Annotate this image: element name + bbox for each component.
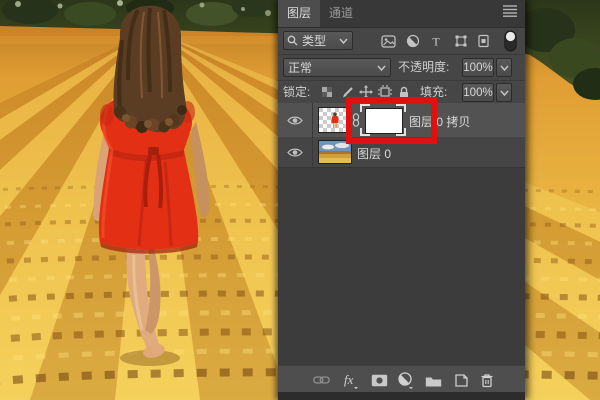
new-layer-button[interactable] <box>452 371 470 389</box>
adjustment-layer-filter-icon[interactable] <box>404 32 422 50</box>
eye-icon <box>287 148 303 156</box>
link-icon <box>312 376 330 384</box>
landscape-thumbnail <box>319 141 351 163</box>
add-layer-mask-button[interactable] <box>370 371 388 389</box>
trash-icon <box>481 373 493 387</box>
lock-transparent-pixels-icon[interactable] <box>319 84 335 100</box>
chevron-down-icon <box>499 65 509 71</box>
fill-dropdown-chevron[interactable] <box>496 83 512 102</box>
svg-text:fx: fx <box>344 372 354 387</box>
tab-channels-label: 通道 <box>329 6 354 20</box>
folder-icon <box>425 377 441 386</box>
filter-kind-dropdown[interactable]: 类型 <box>283 31 353 50</box>
delete-layer-button[interactable] <box>478 371 496 389</box>
pixel-layer-filter-icon[interactable] <box>379 32 397 50</box>
new-group-button[interactable] <box>424 371 442 389</box>
blend-mode-dropdown[interactable]: 正常 <box>283 58 391 77</box>
cutout-figure <box>331 112 339 128</box>
new-adjustment-layer-button[interactable] <box>397 371 415 389</box>
chevron-down-icon <box>377 65 386 71</box>
blend-row: 正常 不透明度: 100% <box>278 54 525 81</box>
opacity-dropdown-chevron[interactable] <box>496 58 512 77</box>
lock-label: 锁定: <box>283 85 311 99</box>
opacity-label: 不透明度: <box>398 60 450 74</box>
type-layer-filter-icon[interactable]: T <box>427 32 445 50</box>
filter-row: 类型 T <box>278 28 525 54</box>
visibility-toggle[interactable] <box>278 137 313 167</box>
eye-icon <box>287 116 303 124</box>
screenshot-stage: 图层 通道 类型 T 正常 不透明度: 100% 锁定: 填充: 100% 图层… <box>0 0 600 400</box>
panel-menu-icon[interactable] <box>502 4 518 17</box>
chevron-down-icon <box>499 90 509 96</box>
smart-object-filter-icon[interactable] <box>475 32 493 50</box>
layer-filtering-toggle[interactable] <box>501 30 519 52</box>
blend-mode-value: 正常 <box>288 61 313 75</box>
tab-channels[interactable]: 通道 <box>320 0 362 27</box>
layers-panel: 图层 通道 类型 T 正常 不透明度: 100% 锁定: 填充: 100% 图层… <box>278 0 525 400</box>
tab-layers-label: 图层 <box>287 6 312 20</box>
link-layers-button[interactable] <box>312 371 330 389</box>
search-icon <box>287 35 298 46</box>
layer-name[interactable]: 图层 0 <box>357 145 391 162</box>
panel-bottom-toolbar: fx <box>278 365 525 393</box>
visibility-toggle[interactable] <box>278 103 313 137</box>
panel-tabbar: 图层 通道 <box>278 0 525 28</box>
fill-value[interactable]: 100% <box>462 83 494 102</box>
annotation-highlight-rectangle <box>346 97 437 144</box>
new-layer-icon <box>454 373 468 387</box>
svg-text:T: T <box>432 35 440 49</box>
mask-icon <box>371 374 387 386</box>
shape-layer-filter-icon[interactable] <box>452 32 470 50</box>
tab-layers[interactable]: 图层 <box>278 0 321 27</box>
layer-effects-button[interactable]: fx <box>343 371 361 389</box>
opacity-value[interactable]: 100% <box>462 58 494 77</box>
panel-bottom-strip <box>278 392 525 400</box>
filter-kind-label: 类型 <box>302 34 327 48</box>
adjustment-icon <box>398 371 413 389</box>
chevron-down-icon <box>339 38 348 44</box>
fx-icon: fx <box>344 372 358 389</box>
